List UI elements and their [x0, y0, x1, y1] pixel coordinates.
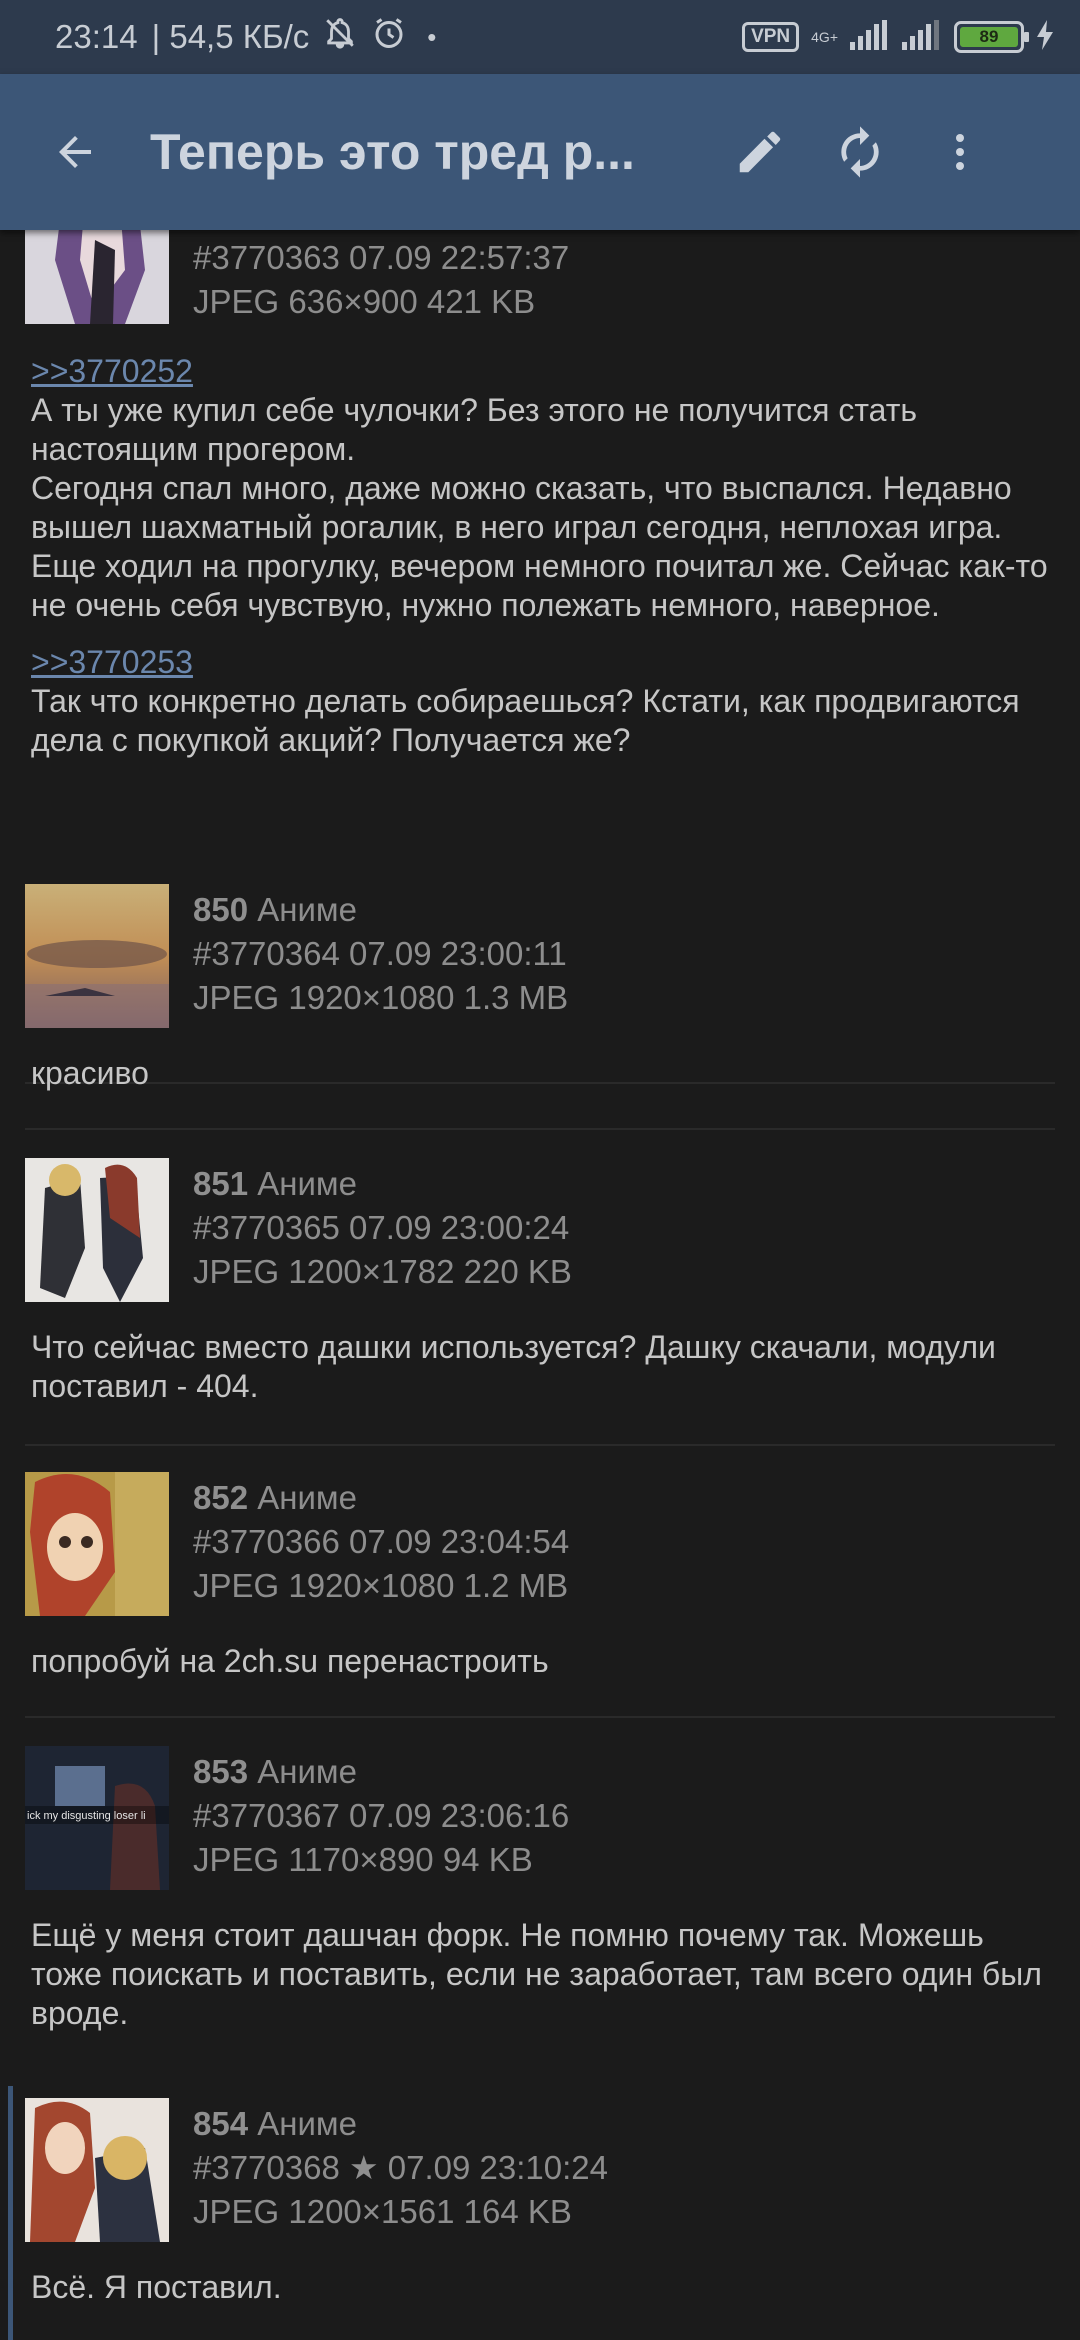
post-text: красиво [31, 1055, 149, 1091]
battery-level: 89 [979, 27, 999, 46]
post-id[interactable]: #3770363 [193, 239, 340, 276]
post-thumbnail[interactable] [25, 2098, 169, 2242]
post-date: 07.09 23:10:24 [387, 2149, 608, 2186]
file-info[interactable]: JPEG 636×900 421 KB [193, 280, 569, 324]
app-bar: Теперь это тред р... [0, 74, 1080, 230]
signal-icon-2 [902, 19, 942, 55]
post-thumbnail[interactable] [25, 1158, 169, 1302]
post-text: Сегодня спал много, даже можно сказать, … [31, 470, 1048, 623]
poster-name: Аниме [257, 1165, 357, 1202]
post-body: Ещё у меня стоит дашчан форк. Не помню п… [31, 1916, 1050, 2033]
poster-name: Аниме [257, 1753, 357, 1790]
post-number: 853 [193, 1753, 249, 1790]
post-thumbnail[interactable] [25, 1472, 169, 1616]
post-id[interactable]: #3770367 [193, 1797, 340, 1834]
post-meta: 852 Аниме #3770366 07.09 23:04:54 JPEG 1… [193, 1476, 569, 1608]
poster-name: Аниме [257, 891, 357, 928]
thread-title: Теперь это тред р... [150, 124, 635, 180]
post-date: 07.09 23:00:11 [349, 935, 567, 972]
reply-link[interactable]: >>3770253 [31, 643, 1050, 682]
refresh-button[interactable] [810, 124, 910, 180]
reply-link[interactable]: >>3770252 [31, 352, 1050, 391]
network-speed: | 54,5 КБ/с [151, 18, 310, 55]
post-body: попробуй на 2ch.su перенастроить [31, 1642, 1050, 1681]
new-post-indicator [8, 2086, 13, 2340]
post-number: 850 [193, 891, 249, 928]
post-text: Всё. Я поставил. [31, 2269, 282, 2305]
post-date: 07.09 22:57:37 [349, 239, 570, 276]
post-body: >>3770252 А ты уже купил себе чулочки? Б… [31, 352, 1050, 760]
post-id[interactable]: #3770368 [193, 2149, 340, 2186]
battery-icon: 89 [954, 21, 1029, 53]
pencil-icon [739, 131, 781, 173]
post-text: А ты уже купил себе чулочки? Без этого н… [31, 392, 918, 467]
clock: 23:14 [55, 18, 138, 55]
post-thumbnail[interactable] [25, 884, 169, 1028]
file-info[interactable]: JPEG 1920×1080 1.2 MB [193, 1564, 569, 1608]
thumbnail-caption: ick my disgusting loser li [27, 1810, 146, 1822]
file-info[interactable]: JPEG 1200×1561 164 KB [193, 2190, 608, 2234]
file-info[interactable]: JPEG 1920×1080 1.3 MB [193, 976, 568, 1020]
post-text: Что сейчас вместо дашки используется? Да… [31, 1329, 996, 1404]
post-body: красиво [31, 1054, 1050, 1093]
refresh-icon [841, 126, 879, 178]
star-icon: ★ [349, 2149, 379, 2186]
network-type: 4G+ [811, 29, 838, 45]
poster-name: Аниме [257, 2105, 357, 2142]
poster-name: Аниме [257, 1479, 357, 1516]
post-meta: 853 Аниме #3770367 07.09 23:06:16 JPEG 1… [193, 1750, 569, 1882]
charging-icon [1036, 19, 1054, 55]
divider [25, 1128, 1055, 1130]
post-date: 07.09 23:06:16 [349, 1797, 570, 1834]
post-meta: 850 Аниме #3770364 07.09 23:00:11 JPEG 1… [193, 888, 568, 1020]
post-id[interactable]: #3770364 [193, 935, 340, 972]
alarm-icon [371, 15, 407, 59]
file-info[interactable]: JPEG 1170×890 94 KB [193, 1838, 569, 1882]
post-body: Всё. Я поставил. [31, 2268, 1050, 2307]
post-meta: 854 Аниме #3770368 ★ 07.09 23:10:24 JPEG… [193, 2102, 608, 2234]
divider [25, 1444, 1055, 1446]
post-id[interactable]: #3770366 [193, 1523, 340, 1560]
arrow-back-icon [59, 136, 91, 168]
edit-button[interactable] [710, 125, 810, 179]
post-meta: #3770363 07.09 22:57:37 JPEG 636×900 421… [193, 236, 569, 324]
post-text: Так что конкретно делать собираешься? Кс… [31, 683, 1020, 758]
post-number: 852 [193, 1479, 249, 1516]
post-body: Что сейчас вместо дашки используется? Да… [31, 1328, 1050, 1406]
post-number: 854 [193, 2105, 249, 2142]
overflow-menu-button[interactable] [910, 128, 1010, 176]
post-list[interactable]: #3770363 07.09 22:57:37 JPEG 636×900 421… [0, 230, 1080, 2340]
back-button[interactable] [0, 128, 150, 176]
status-bar: 23:14 | 54,5 КБ/с • VPN 4G+ 89 [0, 0, 1080, 74]
file-info[interactable]: JPEG 1200×1782 220 KB [193, 1250, 572, 1294]
divider [25, 1716, 1055, 1718]
vpn-indicator: VPN [742, 22, 800, 52]
post-number: 851 [193, 1165, 249, 1202]
more-vert-icon [956, 134, 964, 170]
post-thumbnail[interactable] [25, 230, 169, 324]
post-thumbnail[interactable]: ick my disgusting loser li [25, 1746, 169, 1890]
post-text: попробуй на 2ch.su перенастроить [31, 1643, 549, 1679]
post-date: 07.09 23:00:24 [349, 1209, 570, 1246]
bell-off-icon [323, 16, 357, 58]
notification-dot: • [427, 21, 437, 52]
post-id[interactable]: #3770365 [193, 1209, 340, 1246]
post-meta: 851 Аниме #3770365 07.09 23:00:24 JPEG 1… [193, 1162, 572, 1294]
post-text: Ещё у меня стоит дашчан форк. Не помню п… [31, 1917, 1042, 2031]
signal-icon [850, 19, 890, 55]
post-date: 07.09 23:04:54 [349, 1523, 570, 1560]
